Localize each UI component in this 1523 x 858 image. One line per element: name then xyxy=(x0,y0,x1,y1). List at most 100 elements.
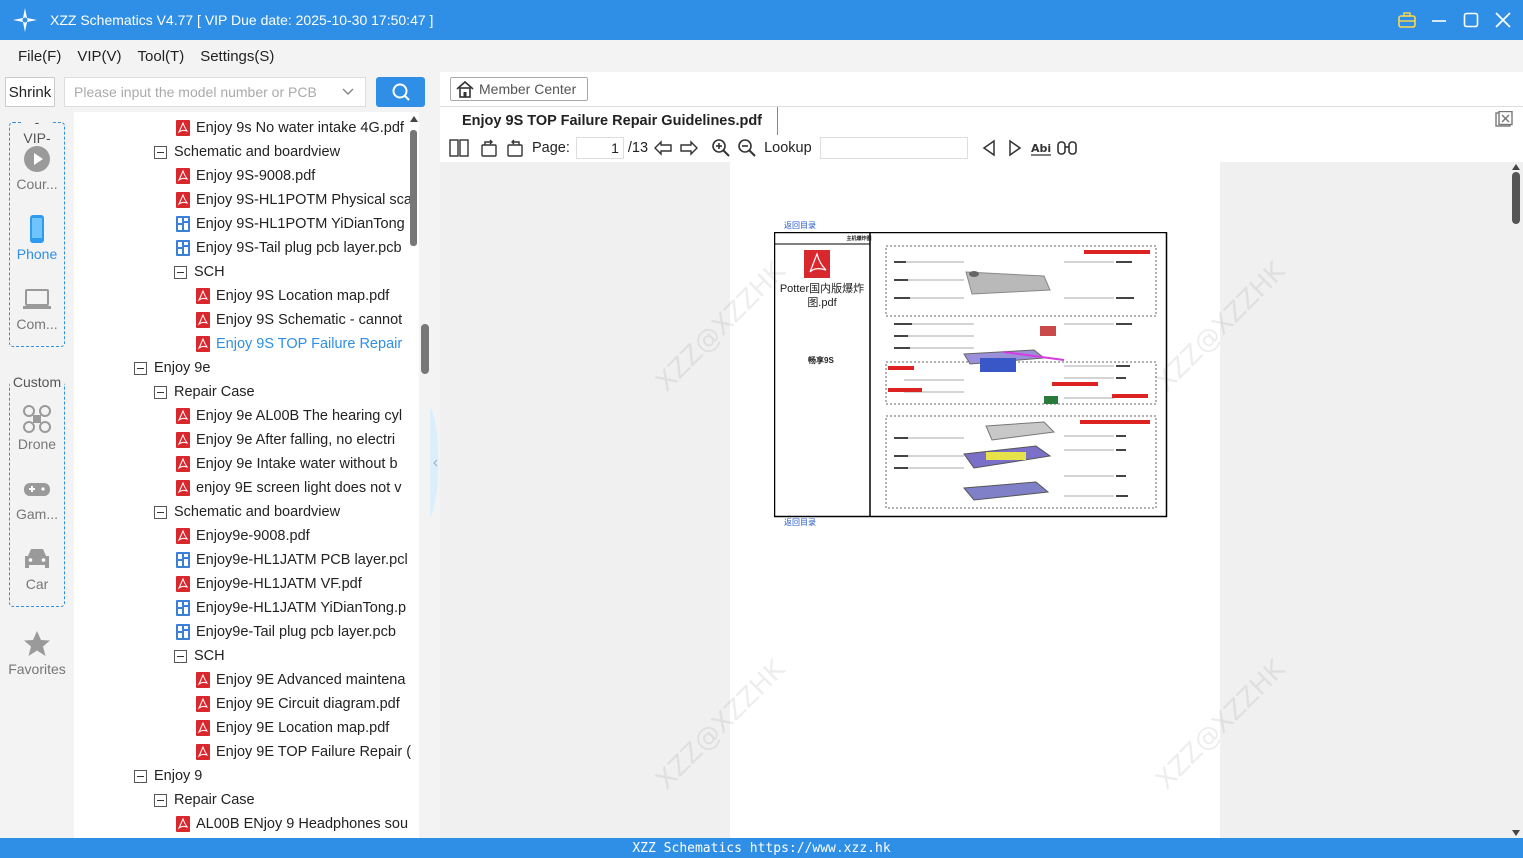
tree-folder[interactable]: SCH xyxy=(174,260,225,284)
nav-computer[interactable]: Com... xyxy=(0,284,74,332)
tree-item-label: Enjoy 9S Schematic - cannot xyxy=(216,312,403,328)
nav-favorites[interactable]: Favorites xyxy=(0,629,74,677)
tree-file[interactable]: Enjoy 9E Advanced maintena xyxy=(196,668,405,692)
collapse-toggle-icon[interactable] xyxy=(154,505,167,519)
match-case-icon[interactable]: Abi xyxy=(1030,137,1052,159)
zoom-out-icon[interactable] xyxy=(736,137,758,159)
nav-phone-label: Phone xyxy=(16,246,58,262)
tree-item-label: Enjoy 9E Location map.pdf xyxy=(216,720,390,736)
tree-file[interactable]: Enjoy 9S Location map.pdf xyxy=(196,284,389,308)
tree-item-label: Enjoy 9e Intake water without b xyxy=(196,456,398,472)
custom-group-label: Custom xyxy=(10,374,64,390)
tree-folder[interactable]: Enjoy 9e xyxy=(134,356,210,380)
collapse-toggle-icon[interactable] xyxy=(134,361,147,375)
tree-file[interactable]: Enjoy 9S-HL1POTM YiDianTong xyxy=(176,212,405,236)
panel-splitter[interactable] xyxy=(419,112,440,838)
find-prev-icon[interactable] xyxy=(978,137,1000,159)
minimize-icon[interactable] xyxy=(1429,10,1449,30)
tree-file[interactable]: AL00B ENjoy 9 Headphones sou xyxy=(176,812,408,836)
menu-settings[interactable]: Settings(S) xyxy=(200,48,274,65)
tree-item-label: Enjoy9e-HL1JATM VF.pdf xyxy=(196,576,362,592)
search-button[interactable] xyxy=(376,77,425,107)
tree-folder[interactable]: Repair Case xyxy=(154,380,255,404)
zoom-in-icon[interactable] xyxy=(710,137,732,159)
rotate-right-icon[interactable] xyxy=(504,137,526,159)
menu-tool[interactable]: Tool(T) xyxy=(138,48,185,65)
nav-favorites-label: Favorites xyxy=(8,661,66,677)
tree-folder[interactable]: Schematic and boardview xyxy=(154,500,340,524)
next-page-arrow-icon[interactable] xyxy=(678,137,700,159)
tree-item-label: Schematic and boardview xyxy=(174,504,341,520)
close-icon[interactable] xyxy=(1493,10,1513,30)
tree-file[interactable]: Enjoy9e-HL1JATM PCB layer.pcl xyxy=(176,548,408,572)
nav-course[interactable]: Cour... xyxy=(0,144,74,192)
tree-folder[interactable]: Enjoy 9 xyxy=(134,764,202,788)
tree-file[interactable]: Enjoy 9e After falling, no electri xyxy=(176,428,395,452)
tree-file[interactable]: Enjoy9e-Tail plug pcb layer.pcb xyxy=(176,620,396,644)
tree-file[interactable]: Enjoy9e-9008.pdf xyxy=(176,524,310,548)
tree-file[interactable]: Enjoy9e-HL1JATM VF.pdf xyxy=(176,572,362,596)
embedded-attachment-name[interactable]: Potter国内版爆炸图.pdf xyxy=(778,282,866,310)
page-number-input[interactable]: 1 xyxy=(575,137,624,159)
tree-file[interactable]: Enjoy 9E Circuit diagram.pdf xyxy=(196,692,400,716)
nav-drone-label: Drone xyxy=(17,436,57,452)
collapse-toggle-icon[interactable] xyxy=(134,769,147,783)
search-input[interactable]: Please input the model number or PCB xyxy=(64,77,366,107)
binoculars-icon[interactable] xyxy=(1056,137,1078,159)
tree-file[interactable]: Enjoy 9S-9008.pdf xyxy=(176,164,315,188)
pdf-viewer[interactable]: 返回目录 主机爆炸图 Potter国内版爆炸图.pdf 畅享9S 返回目录 XZ… xyxy=(440,162,1523,838)
vip-briefcase-icon[interactable] xyxy=(1397,10,1417,30)
tree-scrollbar[interactable] xyxy=(409,112,419,838)
menu-file[interactable]: File(F) xyxy=(18,48,61,65)
collapse-toggle-icon[interactable] xyxy=(174,265,187,279)
tree-file[interactable]: Enjoy 9e AL00B The hearing cyl xyxy=(176,404,402,428)
tree-file[interactable]: Enjoy 9S Schematic - cannot xyxy=(196,308,402,332)
tree-folder[interactable]: Repair Case xyxy=(154,788,255,812)
find-next-icon[interactable] xyxy=(1004,137,1026,159)
rotate-left-icon[interactable] xyxy=(478,137,500,159)
tree-file[interactable]: Enjoy 9E Location map.pdf xyxy=(196,716,389,740)
collapse-toggle-icon[interactable] xyxy=(154,385,167,399)
pdf-file-icon xyxy=(176,432,190,448)
pdf-file-icon xyxy=(176,816,190,832)
document-tab[interactable]: Enjoy 9S TOP Failure Repair Guidelines.p… xyxy=(440,107,778,135)
lookup-input[interactable] xyxy=(819,137,968,159)
back-to-contents-link-bottom[interactable]: 返回目录 xyxy=(784,517,816,528)
tree-file[interactable]: enjoy 9E screen light does not v xyxy=(176,476,402,500)
tree-item-label: Schematic and boardview xyxy=(174,144,341,160)
tree-item-label: Enjoy 9e xyxy=(154,360,211,376)
collapse-toggle-icon[interactable] xyxy=(174,649,187,663)
collapse-toggle-icon[interactable] xyxy=(154,793,167,807)
star-icon xyxy=(24,631,50,656)
prev-page-arrow-icon[interactable] xyxy=(652,137,674,159)
search-placeholder: Please input the model number or PCB xyxy=(74,84,317,100)
app-logo-icon xyxy=(13,8,37,32)
tree-folder[interactable]: SCH xyxy=(174,644,225,668)
collapse-toggle-icon[interactable] xyxy=(154,145,167,159)
maximize-icon[interactable] xyxy=(1461,10,1481,30)
two-page-icon[interactable] xyxy=(448,137,470,159)
pdf-file-icon xyxy=(196,720,210,736)
chevron-down-icon[interactable] xyxy=(341,85,355,99)
tree-file[interactable]: Enjoy9e-HL1JATM YiDianTong.p xyxy=(176,596,406,620)
tree-item-label: Enjoy 9E TOP Failure Repair ( xyxy=(216,744,412,760)
menu-vip[interactable]: VIP(V) xyxy=(77,48,121,65)
tree-file[interactable]: Enjoy 9E TOP Failure Repair ( xyxy=(196,740,411,764)
close-document-icon[interactable] xyxy=(1495,111,1513,129)
shrink-button[interactable]: Shrink xyxy=(5,77,55,107)
tree-file[interactable]: Enjoy 9s No water intake 4G.pdf xyxy=(176,116,404,140)
tree-folder[interactable]: Schematic and boardview xyxy=(154,140,340,164)
tree-file[interactable]: Enjoy 9S TOP Failure Repair xyxy=(196,332,402,356)
nav-game[interactable]: Gam... xyxy=(0,474,74,522)
viewer-scrollbar[interactable] xyxy=(1509,162,1523,838)
pdf-file-icon xyxy=(176,120,190,136)
back-to-contents-link-top[interactable]: 返回目录 xyxy=(784,220,816,231)
tree-file[interactable]: Enjoy 9e Intake water without b xyxy=(176,452,398,476)
tree-file[interactable]: Enjoy 9S-HL1POTM Physical sca xyxy=(176,188,412,212)
nav-car[interactable]: Car xyxy=(0,544,74,592)
nav-phone[interactable]: Phone xyxy=(0,214,74,262)
laptop-icon xyxy=(23,289,51,309)
nav-drone[interactable]: Drone xyxy=(0,404,74,452)
tree-file[interactable]: Enjoy 9S-Tail plug pcb layer.pcb xyxy=(176,236,402,260)
member-center-button[interactable]: Member Center xyxy=(450,77,588,101)
